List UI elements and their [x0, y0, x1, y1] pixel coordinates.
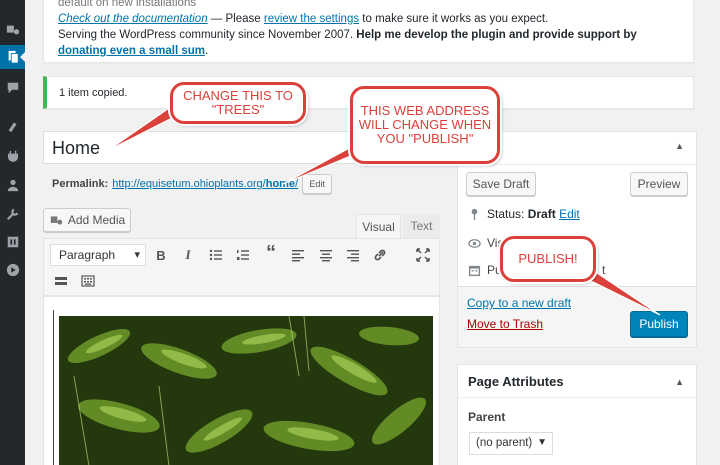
tools-icon[interactable] — [3, 206, 22, 222]
save-draft-button[interactable]: Save Draft — [466, 172, 536, 196]
align-center-icon — [320, 250, 332, 262]
permalink-url[interactable]: http://equisetum.ohioplants.org/home/ — [112, 178, 298, 190]
eye-icon — [468, 238, 481, 248]
plugins-icon[interactable] — [3, 148, 22, 164]
tab-text[interactable]: Text — [403, 214, 440, 238]
collapse-toggle-icon[interactable]: ▲ — [675, 141, 684, 151]
settings-icon[interactable] — [3, 234, 22, 250]
play-icon[interactable] — [3, 262, 22, 278]
documentation-link[interactable]: Check out the documentation — [58, 13, 208, 25]
blockquote-button[interactable]: “ — [261, 242, 281, 264]
permalink-trail: / — [295, 178, 299, 190]
items-copied-text: 1 item copied. — [59, 87, 128, 99]
collapse-toggle-icon[interactable]: ▲ — [675, 377, 684, 387]
publishing-actions: Copy to a new draft Move to Trash Publis… — [458, 286, 696, 347]
notice-line1: default on new installations — [58, 0, 197, 9]
read-more-icon — [55, 277, 67, 285]
align-left-button[interactable] — [288, 245, 308, 265]
notice-period: . — [204, 45, 209, 57]
parent-select-value: (no parent) — [476, 437, 533, 449]
insert-link-button[interactable] — [370, 245, 390, 265]
link-icon — [374, 249, 386, 261]
page-attributes-box: Page Attributes ▲ Parent (no parent) ▼ — [457, 364, 697, 465]
media-icon[interactable] — [3, 22, 22, 38]
keyboard-icon — [81, 275, 95, 287]
read-more-button[interactable] — [51, 271, 71, 291]
move-to-trash-link[interactable]: Move to Trash — [467, 317, 543, 331]
add-media-label: Add Media — [67, 213, 126, 227]
format-select[interactable]: Paragraph — [50, 244, 146, 266]
schedule-label-tail: t — [602, 263, 606, 277]
notice-end-text: to make sure it works as you expect. — [359, 13, 549, 25]
visibility-row: Vis — [468, 236, 503, 250]
parent-select[interactable]: (no parent) ▼ — [469, 432, 553, 455]
copy-to-draft-link[interactable]: Copy to a new draft — [467, 296, 571, 310]
page-attributes-header[interactable]: Page Attributes ▲ — [458, 365, 696, 398]
align-right-button[interactable] — [343, 245, 363, 265]
align-center-button[interactable] — [316, 245, 336, 265]
add-media-button[interactable]: Add Media — [43, 208, 131, 232]
pin-icon — [471, 208, 478, 220]
review-settings-link[interactable]: review the settings — [264, 13, 359, 25]
donate-link[interactable]: donating even a small sum — [58, 45, 205, 57]
notice-mid-text: — Please — [207, 13, 264, 25]
parent-label: Parent — [468, 410, 506, 424]
status-value: Draft — [527, 207, 556, 221]
numbered-list-icon — [237, 250, 249, 260]
permalink-label: Permalink: — [52, 178, 109, 190]
permalink-base: http://equisetum.ohioplants.org/ — [112, 178, 266, 190]
fullscreen-button[interactable] — [413, 245, 433, 265]
pages-icon[interactable] — [0, 45, 26, 69]
editor-toolbar: Paragraph B I “ — [43, 238, 440, 296]
permalink-row: Permalink: http://equisetum.ohioplants.o… — [52, 174, 333, 194]
bullet-list-icon — [209, 249, 222, 261]
permalink-edit-button[interactable]: Edit — [302, 174, 333, 194]
italic-button[interactable]: I — [178, 245, 198, 265]
bullet-list-button[interactable] — [206, 245, 226, 265]
align-right-icon — [347, 250, 359, 262]
callout-publish: PUBLISH! — [500, 236, 596, 282]
calendar-icon — [468, 265, 481, 276]
callout-change-title: CHANGE THIS TO "TREES" — [170, 82, 306, 124]
preview-button[interactable]: Preview — [630, 172, 688, 196]
appearance-icon[interactable] — [3, 118, 22, 134]
plugin-notice: default on new installations Check out t… — [43, 0, 694, 63]
fullscreen-icon — [416, 248, 430, 262]
notice-help-text: Help me develop the plugin and provide s… — [356, 29, 637, 41]
page-attributes-title: Page Attributes — [468, 374, 564, 389]
permalink-slug: home — [265, 178, 296, 190]
toolbar-toggle-button[interactable] — [78, 271, 98, 291]
align-left-icon — [292, 250, 304, 262]
comments-icon[interactable] — [3, 80, 22, 96]
chevron-down-icon: ▼ — [537, 437, 547, 448]
text-cursor — [53, 310, 54, 465]
notice-serving-text: Serving the WordPress community since No… — [58, 29, 357, 41]
moss-photo[interactable] — [59, 316, 433, 465]
bold-button[interactable]: B — [151, 245, 171, 265]
users-icon[interactable] — [3, 177, 22, 193]
numbered-list-button[interactable] — [233, 245, 253, 265]
admin-sidebar — [0, 0, 26, 465]
schedule-row: Pu — [468, 263, 502, 277]
status-row: Status: Draft Edit — [468, 207, 580, 221]
tab-visual[interactable]: Visual — [356, 214, 401, 238]
callout-web-address: THIS WEB ADDRESS WILL CHANGE WHEN YOU "P… — [350, 86, 500, 164]
status-label: Status: — [487, 207, 525, 221]
media-icon — [50, 215, 62, 225]
status-edit-link[interactable]: Edit — [559, 207, 580, 221]
publish-button[interactable]: Publish — [630, 311, 688, 337]
